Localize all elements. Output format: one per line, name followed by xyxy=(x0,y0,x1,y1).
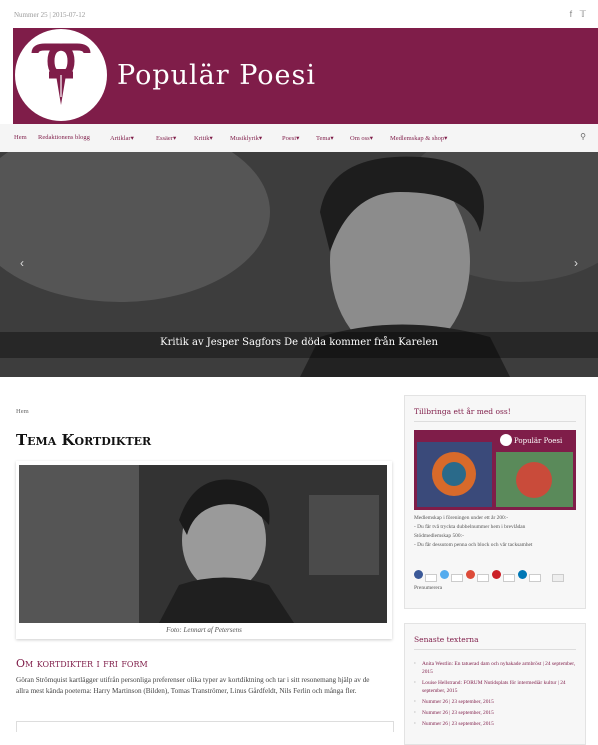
twitter-share-icon[interactable] xyxy=(440,570,449,579)
offer-line: - Du får dessutom penna och block och vå… xyxy=(414,542,533,548)
list-item[interactable]: Anita Westlin: En tatuerad dam och nyhak… xyxy=(414,658,579,677)
nav-item-poesi[interactable]: Poesi▾ xyxy=(282,134,299,142)
nav-item-musiklyrik[interactable]: Musiklyrik▾ xyxy=(230,134,262,142)
featured-photo xyxy=(19,465,387,623)
featured-image-frame: Foto: Lennart af Petersens xyxy=(16,461,392,639)
nav-item-hem[interactable]: Hem xyxy=(14,134,27,141)
google-share-icon[interactable] xyxy=(466,570,475,579)
nav-item-redaktionens-blogg[interactable]: Redaktionens blogg xyxy=(38,134,90,141)
facebook-share-icon[interactable] xyxy=(414,570,423,579)
latest-posts-widget: Senaste texterna Anita Westlin: En tatue… xyxy=(404,623,586,745)
slider-caption[interactable]: Kritik av Jesper Sagfors De döda kommer … xyxy=(0,337,598,348)
nav-item-kritik[interactable]: Kritik▾ xyxy=(194,134,213,142)
list-item[interactable]: Nummer 26 | 23 september, 2015 xyxy=(414,718,579,729)
main-nav: Hem Redaktionens blogg Artiklar▾ Essäer▾… xyxy=(0,124,598,153)
content-box xyxy=(16,721,394,732)
widget-title: Senaste texterna xyxy=(414,635,479,644)
offer-line: Medlemskap i föreningen under ett år 200… xyxy=(414,515,509,521)
hero-slider[interactable]: ‹ › Kritik av Jesper Sagfors De döda kom… xyxy=(0,152,598,377)
nav-item-om-oss[interactable]: Om oss▾ xyxy=(350,134,373,142)
subscribe-link[interactable]: Prenumerera xyxy=(414,585,442,591)
offer-line: Stödmedlemskap 500:- xyxy=(414,533,464,539)
site-logo[interactable] xyxy=(15,29,107,121)
share-count xyxy=(503,574,515,582)
share-count xyxy=(477,574,489,582)
page-title: Tema Kortdikter xyxy=(16,431,152,449)
list-item[interactable]: Nummer 26 | 23 september, 2015 xyxy=(414,707,579,718)
offer-line: - Du får två tryckta dubbelnummer hem i … xyxy=(414,524,526,530)
magazine-cover[interactable]: Populär Poesi xyxy=(414,430,576,510)
nav-item-artiklar[interactable]: Artiklar▾ xyxy=(110,134,134,142)
list-item[interactable]: Louise Hellstrand: FORUM Nutidsplats för… xyxy=(414,677,579,696)
section-heading: Om kortdikter i fri form xyxy=(16,657,148,670)
email-share-icon[interactable] xyxy=(552,574,564,582)
top-bar: Nummer 25 | 2015-07-12 f 𝕋 xyxy=(0,0,598,28)
share-count xyxy=(451,574,463,582)
linkedin-share-icon[interactable] xyxy=(518,570,527,579)
photo-caption: Foto: Lennart af Petersens xyxy=(166,626,242,634)
list-item[interactable]: Nummer 26 | 23 september, 2015 xyxy=(414,696,579,707)
chevron-right-icon[interactable]: › xyxy=(574,256,578,270)
search-icon[interactable]: ⚲ xyxy=(580,132,586,141)
cover-title: Populär Poesi xyxy=(514,437,563,445)
breadcrumb[interactable]: Hem xyxy=(16,408,29,415)
twitter-icon[interactable]: 𝕋 xyxy=(580,9,586,19)
site-title: Populär Poesi xyxy=(117,60,317,91)
share-buttons xyxy=(414,570,579,584)
pinterest-share-icon[interactable] xyxy=(492,570,501,579)
divider xyxy=(414,649,576,650)
facebook-icon[interactable]: f xyxy=(570,9,573,19)
nav-item-tema[interactable]: Tema▾ xyxy=(316,134,334,142)
intro-text: Göran Strömquist kartlägger utifrån pers… xyxy=(16,676,370,695)
membership-widget: Tillbringa ett år med oss! Populär Poesi… xyxy=(404,395,586,609)
chevron-left-icon[interactable]: ‹ xyxy=(20,256,24,270)
latest-posts-list: Anita Westlin: En tatuerad dam och nyhak… xyxy=(414,658,579,729)
share-count xyxy=(425,574,437,582)
site-banner[interactable]: Populär Poesi xyxy=(13,28,598,124)
social-links: f 𝕋 xyxy=(565,9,586,20)
share-count xyxy=(529,574,541,582)
issue-date: Nummer 25 | 2015-07-12 xyxy=(14,11,86,19)
nav-item-essaer[interactable]: Essäer▾ xyxy=(156,134,176,142)
nav-item-medlemskap-shop[interactable]: Medlemskap & shop▾ xyxy=(390,134,447,142)
divider xyxy=(414,421,576,422)
widget-title: Tillbringa ett år med oss! xyxy=(414,407,511,416)
